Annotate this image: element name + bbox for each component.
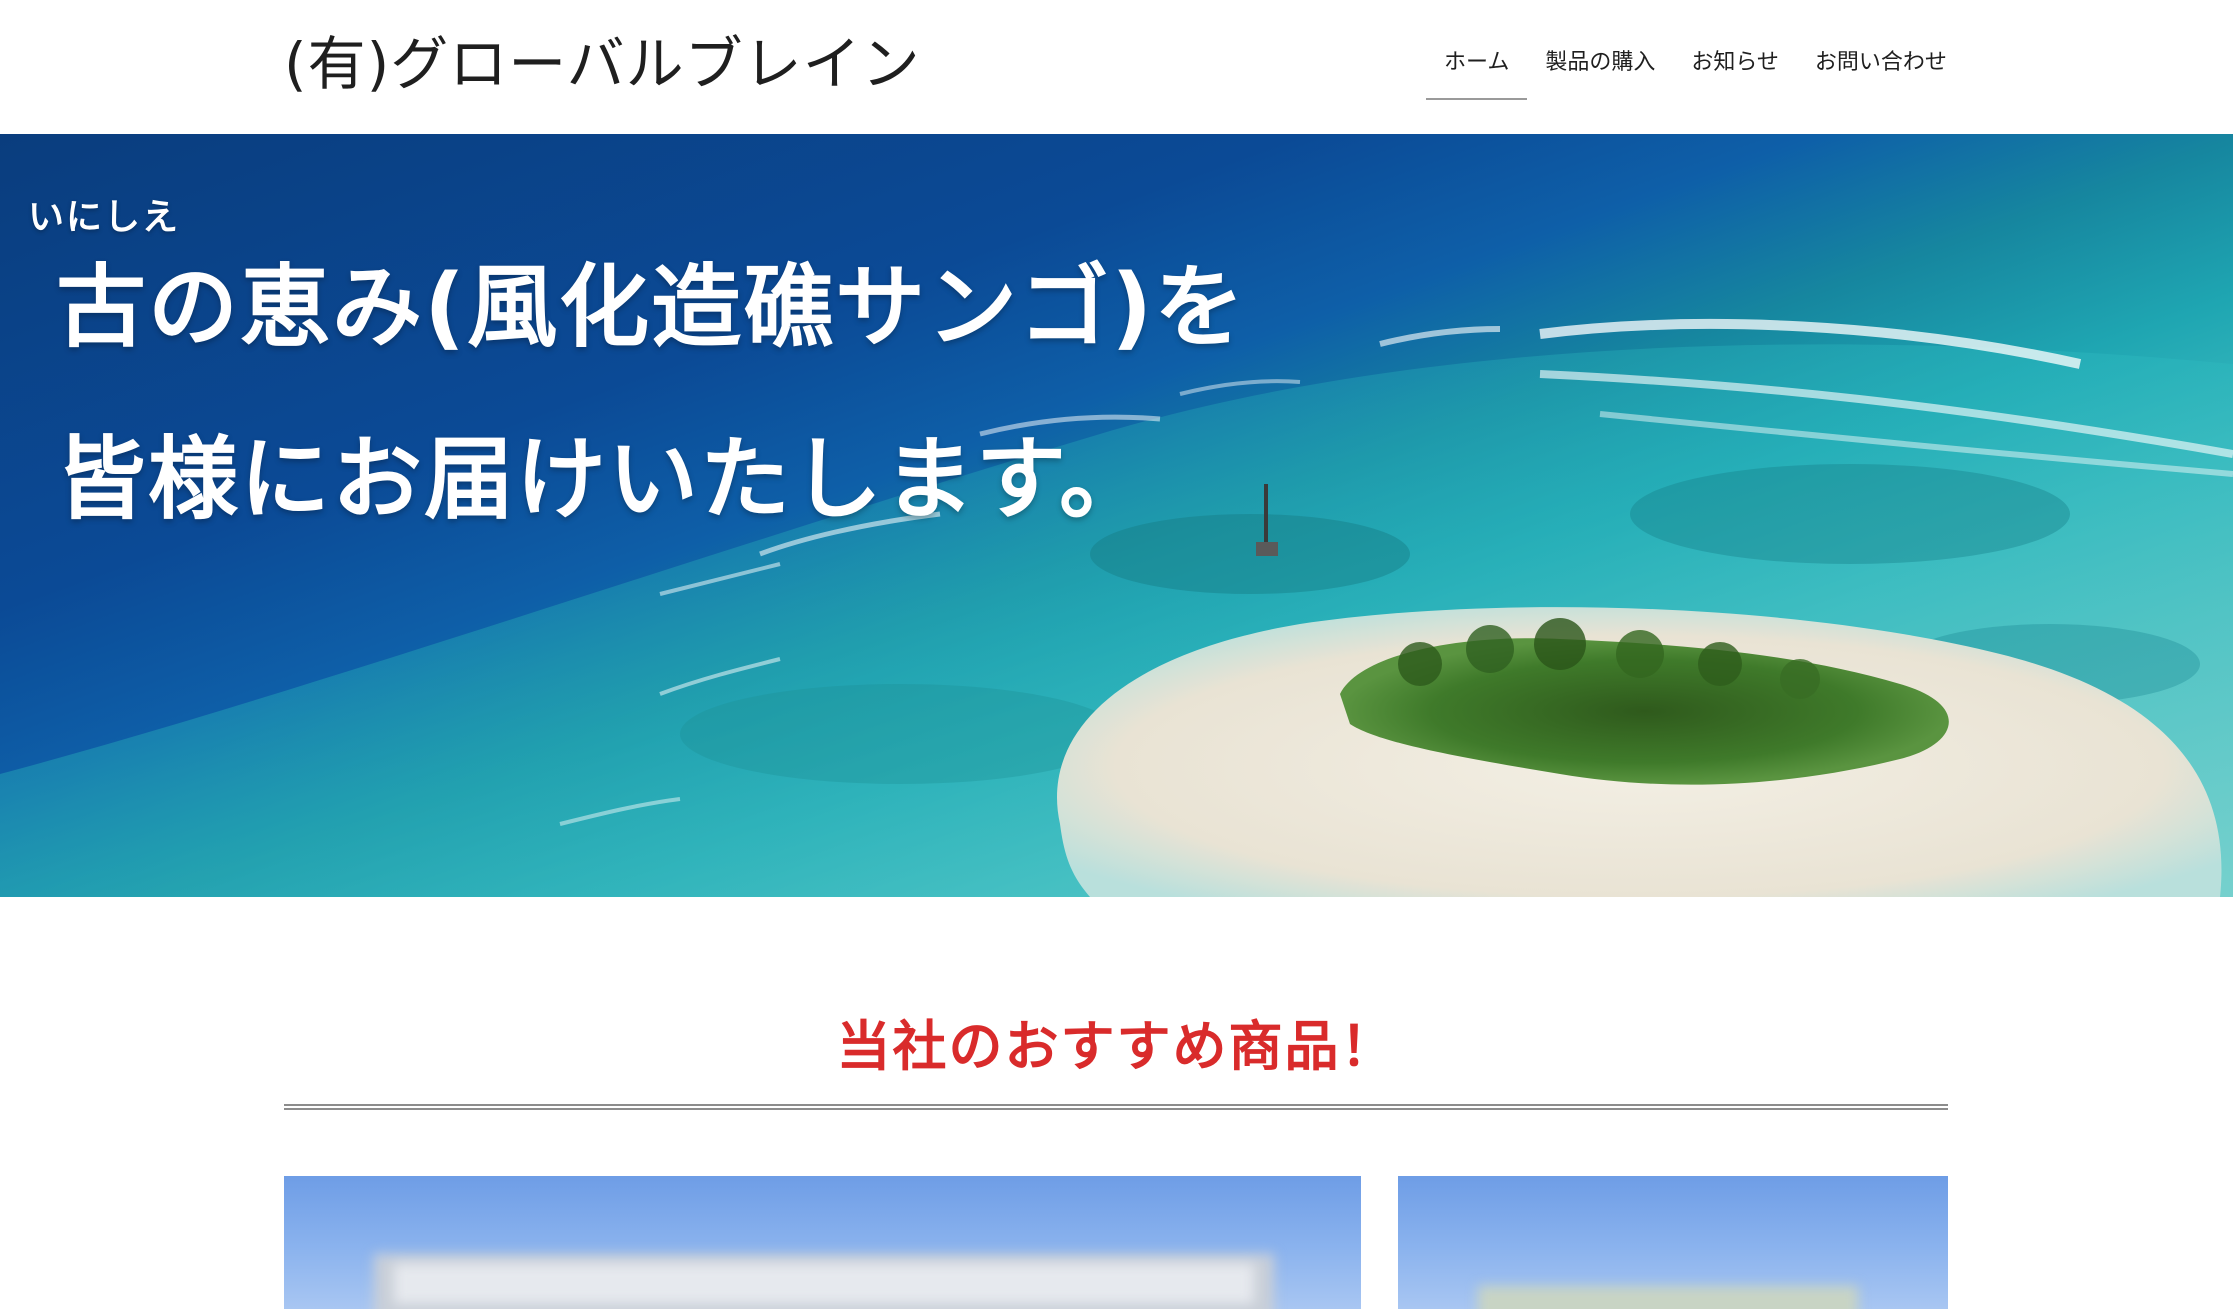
site-title[interactable]: (有)グローバルブレイン (284, 28, 921, 100)
hero-banner: いにしえ 古の恵み(風化造礁サンゴ)を 皆様にお届けいたします。 (0, 134, 2233, 897)
product-card-2-image[interactable] (1398, 1176, 1948, 1309)
section-title-recommended: 当社のおすすめ商品！ (836, 1015, 1397, 1078)
nav-item-home[interactable]: ホーム (1426, 40, 1528, 100)
hero-headline-line2: 皆様にお届けいたします。 (56, 427, 1151, 532)
main-nav: ホーム 製品の購入 お知らせ お問い合わせ (1426, 40, 1965, 100)
hero-ruby-text: いにしえ (28, 197, 181, 238)
site-header: (有)グローバルブレイン ホーム 製品の購入 お知らせ お問い合わせ (0, 0, 2233, 134)
section-divider (284, 1104, 1948, 1110)
nav-item-contact[interactable]: お問い合わせ (1797, 40, 1965, 100)
hero-headline-line1: 古の恵み(風化造礁サンゴ)を (56, 255, 1247, 360)
nav-item-news[interactable]: お知らせ (1673, 40, 1797, 100)
product-card-1-image[interactable] (284, 1176, 1361, 1309)
page: (有)グローバルブレイン ホーム 製品の購入 お知らせ お問い合わせ いにしえ … (0, 0, 2233, 1309)
nav-item-purchase[interactable]: 製品の購入 (1527, 40, 1673, 100)
